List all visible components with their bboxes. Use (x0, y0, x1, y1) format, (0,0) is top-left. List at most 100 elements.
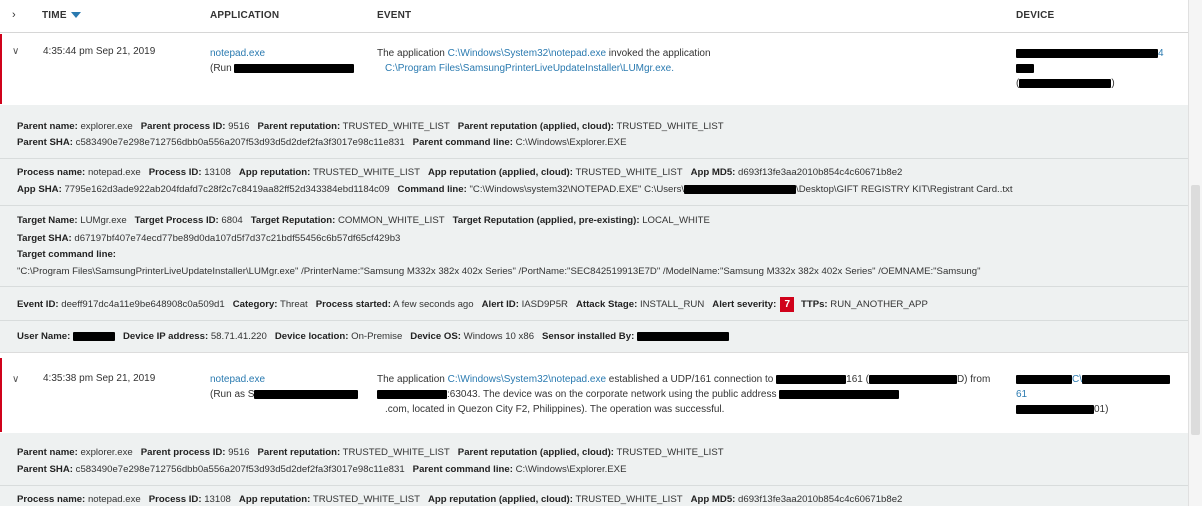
field-value: 13108 (204, 167, 231, 178)
application-link[interactable]: notepad.exe (210, 46, 354, 61)
redacted-text (1019, 78, 1112, 88)
event-description: The application C:\Windows\System32\note… (377, 46, 997, 76)
divider (0, 205, 1188, 206)
divider (0, 485, 1188, 486)
field-label: Target Process ID: (134, 215, 219, 226)
field-value: notepad.exe (87, 494, 141, 505)
event-text: 161 ( (846, 374, 869, 385)
redacted-text (1016, 63, 1034, 73)
field-label: App MD5: (690, 494, 736, 505)
event-text: The application (377, 374, 448, 385)
device-link[interactable]: 4 (1158, 48, 1164, 59)
expand-all-chevron-icon[interactable]: › (12, 9, 16, 21)
field-label: Category: (232, 299, 278, 311)
field-value: 58.71.41.220 (210, 331, 267, 342)
event-path-link[interactable]: C:\Windows\System32\notepad.exe (448, 374, 606, 385)
severity-badge: 7 (780, 297, 795, 312)
field-value: Threat (279, 299, 308, 311)
redacted-text (1016, 404, 1094, 414)
field-label: Device IP address: (123, 331, 209, 342)
field-value: TRUSTED_WHITE_LIST (342, 447, 450, 458)
application-cell: notepad.exe (Run (210, 46, 355, 76)
parent-sha-line: Parent SHA: c583490e7e298e712756dbb0a556… (17, 137, 626, 149)
table-row[interactable]: ∨ 4:35:44 pm Sep 21, 2019 notepad.exe (R… (0, 34, 1188, 104)
field-label: Process ID: (148, 494, 202, 505)
app-sha-line: App SHA: 7795e162d3ade922ab204fdafd7c28f… (17, 184, 1013, 196)
device-link[interactable]: 61 (1016, 387, 1170, 402)
field-label: Parent command line: (412, 137, 513, 148)
field-label: Process started: (315, 299, 391, 311)
field-value: 9516 (228, 447, 250, 458)
device-link[interactable]: C\ (1072, 374, 1082, 385)
event-path-link[interactable]: C:\Windows\System32\notepad.exe (448, 48, 606, 59)
field-value: LOCAL_WHITE (642, 215, 710, 226)
run-as-prefix: (Run (210, 63, 235, 74)
field-label: User Name: (17, 331, 71, 342)
event-description: The application C:\Windows\System32\note… (377, 372, 1007, 417)
redacted-text (377, 389, 447, 399)
event-text: established a UDP/161 connection to (606, 374, 777, 385)
run-as-prefix: (Run as S (210, 389, 255, 400)
field-value: C:\Windows\Explorer.EXE (515, 137, 627, 148)
event-text: D) from (956, 374, 991, 385)
event-time: 4:35:44 pm Sep 21, 2019 (43, 46, 156, 57)
table-header: › TIME APPLICATION EVENT DEVICE (0, 0, 1188, 33)
field-label: App MD5: (690, 167, 736, 178)
redacted-text (1016, 374, 1072, 384)
run-as-user: (Run as S (210, 387, 359, 402)
device-paren: ) (1111, 78, 1115, 89)
field-value: 9516 (228, 121, 250, 132)
field-label: Process name: (17, 494, 86, 505)
field-label: Parent SHA: (17, 464, 73, 475)
redacted-text (73, 331, 115, 341)
process-info-line: Process name: notepad.exe Process ID: 13… (17, 167, 902, 179)
sort-descending-icon[interactable] (70, 12, 81, 19)
field-value: deeff917dc4a11e9be648908c0a509d1 (61, 299, 225, 311)
redacted-text (684, 184, 797, 194)
field-label: Target SHA: (17, 233, 72, 244)
field-label: Parent process ID: (140, 447, 226, 458)
event-details-panel: Parent name: explorer.exe Parent process… (0, 433, 1188, 506)
field-value: 7795e162d3ade922ab204fdafd7c28f2c7c8419a… (64, 184, 390, 195)
field-label: Target Reputation (applied, pre-existing… (452, 215, 640, 226)
chevron-down-icon[interactable]: ∨ (12, 46, 19, 57)
redacted-text (868, 374, 957, 384)
chevron-down-icon[interactable]: ∨ (12, 374, 19, 385)
event-text: The application (377, 48, 448, 59)
parent-sha-line: Parent SHA: c583490e7e298e712756dbb0a556… (17, 464, 626, 476)
field-label: TTPs: (800, 299, 828, 311)
field-value: TRUSTED_WHITE_LIST (312, 167, 420, 178)
field-value: c583490e7e298e712756dbb0a556a207f53d93d5… (75, 137, 405, 148)
field-label: Parent command line: (412, 464, 513, 475)
redacted-text (1016, 48, 1158, 58)
field-value: Windows 10 x86 (463, 331, 535, 342)
device-cell: 4 () (1016, 46, 1164, 91)
column-header-application[interactable]: APPLICATION (210, 10, 279, 21)
field-value: c583490e7e298e712756dbb0a556a207f53d93d5… (75, 464, 405, 475)
field-value: IASD9P5R (521, 299, 568, 311)
event-text: invoked the application (606, 48, 711, 59)
divider (0, 320, 1188, 321)
divider (0, 158, 1188, 159)
column-header-event[interactable]: EVENT (377, 10, 411, 21)
run-as-user: (Run (210, 61, 355, 76)
target-cmd-value-line: "C:\Program Files\SamsungPrinterLiveUpda… (17, 266, 981, 277)
field-value: 6804 (221, 215, 243, 226)
field-label: App reputation: (238, 167, 311, 178)
field-label: Device OS: (410, 331, 461, 342)
field-label: Device location: (274, 331, 349, 342)
field-label: Alert ID: (481, 299, 519, 311)
event-details-panel: Parent name: explorer.exe Parent process… (0, 105, 1188, 353)
field-value: RUN_ANOTHER_APP (830, 299, 928, 311)
event-target-link[interactable]: C:\Program Files\SamsungPrinterLiveUpdat… (385, 63, 674, 74)
scrollbar-thumb[interactable] (1191, 185, 1200, 435)
application-link[interactable]: notepad.exe (210, 372, 358, 387)
field-value: "C:\Windows\system32\NOTEPAD.EXE" C:\Use… (469, 184, 685, 195)
alert-info-line: Event ID: deeff917dc4a11e9be648908c0a509… (17, 297, 928, 313)
field-label: App reputation (applied, cloud): (427, 494, 573, 505)
field-value: TRUSTED_WHITE_LIST (575, 167, 683, 178)
table-row[interactable]: ∨ 4:35:38 pm Sep 21, 2019 notepad.exe (R… (0, 358, 1188, 432)
vertical-scrollbar[interactable] (1188, 0, 1202, 506)
column-header-time[interactable]: TIME (42, 10, 81, 21)
column-header-device[interactable]: DEVICE (1016, 10, 1054, 21)
